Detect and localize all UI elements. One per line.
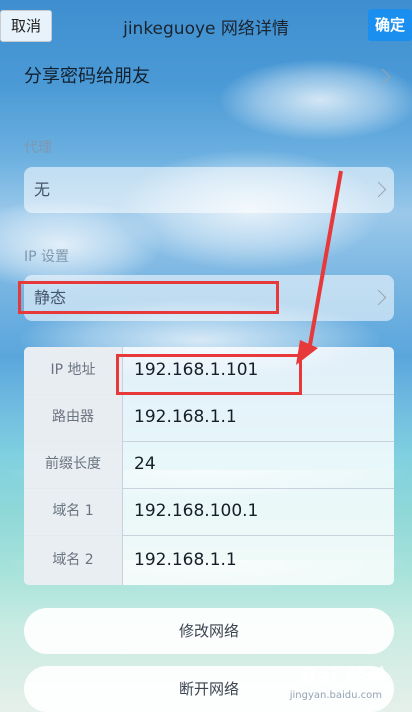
modify-network-button[interactable]: 修改网络 [24,608,394,654]
baidu-watermark-logo: Bai 经验 [301,664,384,688]
watermark-url: jingyan.baidu.com [289,690,382,701]
annotation-arrow-icon [296,170,343,365]
screen: 取消 jinkeguoye 网络详情 确定 分享密码给朋友 代理 无 IP 设置… [0,0,412,712]
